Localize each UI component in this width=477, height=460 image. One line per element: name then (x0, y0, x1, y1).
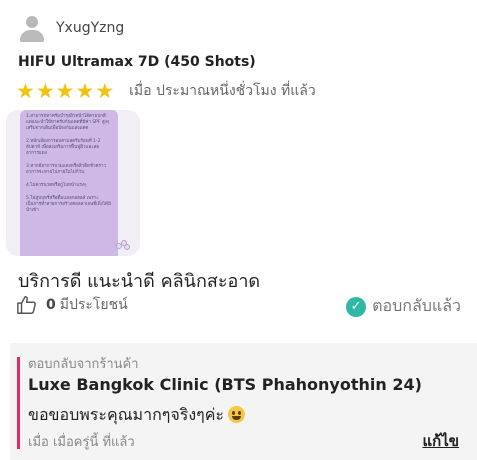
reviewer-header: YxugYzng (18, 14, 124, 42)
rating-row: ★ ★ ★ ★ ★ เมื่อ ประมาณหนึ่งชั่วโมง ที่แล… (16, 80, 316, 102)
reply-time: เมื่อ เมื่อครู่นี้ ที่แล้ว (28, 435, 135, 450)
edit-reply-link[interactable]: แก้ไข (422, 429, 459, 453)
product-name: HIFU Ultramax 7D (450 Shots) (18, 54, 256, 70)
replied-status: ✓ ตอบกลับแล้ว (346, 294, 461, 319)
star-icon: ★ (16, 79, 35, 103)
review-photo[interactable]: 1.สามารถทาครีมบำรุงผิวหน้าได้ตามปกติ แต่… (6, 110, 140, 256)
star-icon: ★ (55, 79, 75, 103)
reply-message: ขอขอบพระคุณมากๆจริงๆค่ะ (28, 403, 246, 428)
image-text-line: 4.ไม่ควรนวดหรือถูไบหน้าแรงๆ (26, 183, 87, 188)
star-icon: ★ (75, 79, 95, 103)
reply-message-text: ขอขอบพระคุณมากๆจริงๆค่ะ (28, 405, 225, 424)
decorative-bubbles (116, 240, 130, 250)
image-text-line: 5.ไม่สูบบุหรี่หรือดื่มแอลกอฮอล์ เพราะเป็… (26, 196, 111, 213)
grinning-face-icon (228, 406, 246, 423)
avatar-icon (18, 14, 46, 42)
thumbs-up-icon (17, 296, 36, 314)
reply-from-label: ตอบกลับจากร้านค้า (28, 357, 139, 372)
image-text-line: 2.หลีกเลี่ยงการอบตามสตรีมร้อนที่ 1-2 สัป… (26, 139, 101, 156)
reply-accent-bar (17, 357, 20, 449)
image-text-line: 1.สามารถทาครีมบำรุงผิวหน้าได้ตามปกติ แต่… (26, 114, 110, 131)
helpful-count: 0 (46, 297, 56, 313)
shop-reply: ตอบกลับจากร้านค้า Luxe Bangkok Clinic (B… (10, 343, 477, 460)
replied-label: ตอบกลับแล้ว (372, 296, 461, 315)
review-time: เมื่อ ประมาณหนึ่งชั่วโมง ที่แล้ว (129, 83, 316, 99)
helpful-label: มีประโยชน์ (59, 297, 128, 313)
shop-name: Luxe Bangkok Clinic (BTS Phahonyothin 24… (28, 375, 422, 394)
star-rating: ★ ★ ★ ★ ★ (16, 79, 115, 103)
star-icon: ★ (95, 79, 115, 103)
check-circle-icon: ✓ (346, 296, 367, 317)
helpful-button[interactable]: 0 มีประโยชน์ (16, 294, 128, 316)
star-icon: ★ (35, 79, 55, 103)
reviewer-username: YxugYzng (56, 20, 125, 36)
image-text-line: 3.หากมีอาการบวมแดงหรือสิวติดชั่วคราวอากา… (26, 164, 107, 175)
aftercare-instructions-image: 1.สามารถทาครีมบำรุงผิวหน้าได้ตามปกติ แต่… (20, 110, 118, 256)
review-body: บริการดี แนะนำดี คลินิกสะอาด (18, 271, 261, 292)
